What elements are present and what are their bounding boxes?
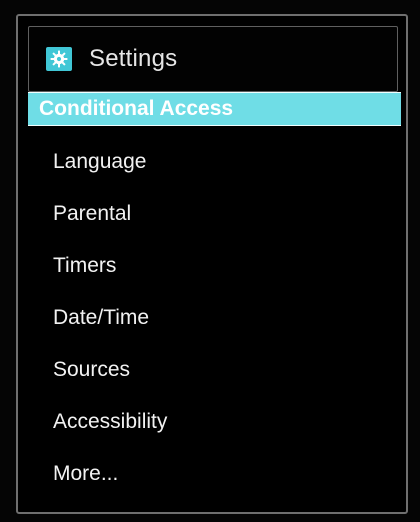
menu-item-parental[interactable]: Parental bbox=[28, 188, 400, 240]
gear-icon-glyph bbox=[50, 50, 68, 68]
tv-screen: Settings Conditional Access Language Par… bbox=[0, 0, 420, 522]
menu-item-language[interactable]: Language bbox=[28, 136, 400, 188]
menu-item-sources[interactable]: Sources bbox=[28, 344, 400, 396]
gear-icon bbox=[46, 47, 72, 71]
menu-item-conditional-access[interactable]: Conditional Access bbox=[28, 92, 401, 126]
menu-item-timers[interactable]: Timers bbox=[28, 240, 400, 292]
menu-item-more[interactable]: More... bbox=[28, 448, 400, 500]
menu-item-date-time[interactable]: Date/Time bbox=[28, 292, 400, 344]
menu-item-accessibility[interactable]: Accessibility bbox=[28, 396, 400, 448]
settings-panel: Settings Conditional Access Language Par… bbox=[16, 14, 408, 514]
settings-header: Settings bbox=[28, 26, 398, 92]
page-title: Settings bbox=[89, 45, 178, 72]
settings-menu: Conditional Access Language Parental Tim… bbox=[28, 92, 401, 500]
menu-spacer bbox=[28, 126, 400, 136]
